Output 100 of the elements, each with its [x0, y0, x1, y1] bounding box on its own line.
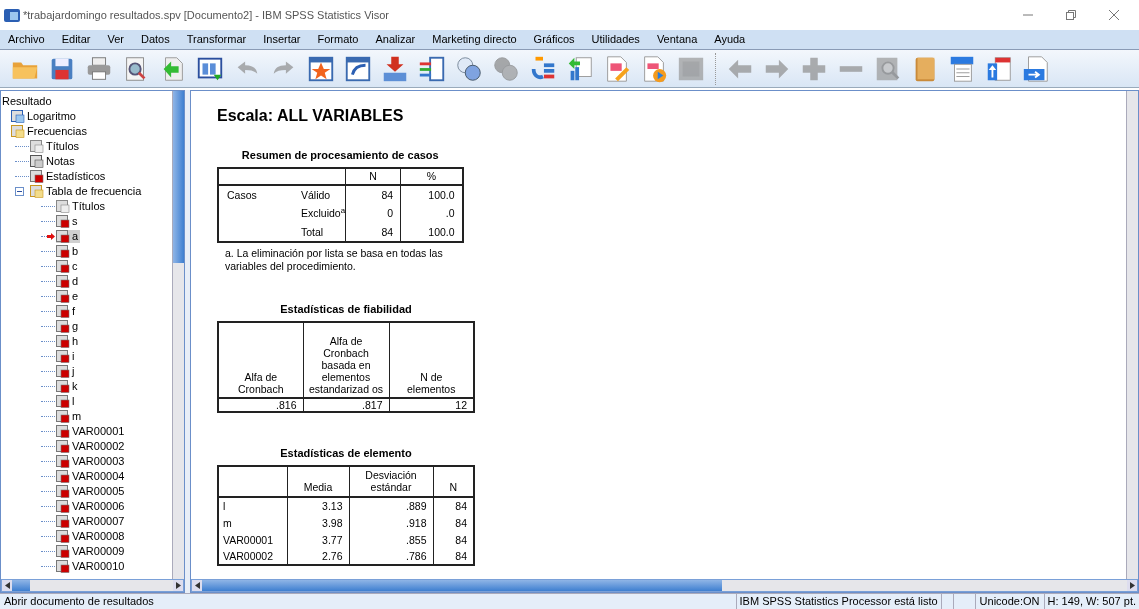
- menu-item[interactable]: Ayuda: [714, 31, 746, 48]
- table-cell: 12: [389, 398, 474, 412]
- table-icon: [56, 560, 70, 573]
- outline-item[interactable]: Estadísticos: [46, 170, 106, 183]
- vertical-scrollbar[interactable]: [172, 91, 184, 579]
- log-icon: [11, 110, 25, 123]
- table-cell: 84: [433, 548, 474, 565]
- table-icon: [56, 440, 70, 453]
- table-icon: [56, 485, 70, 498]
- scrollbar-thumb[interactable]: [12, 580, 30, 591]
- horizontal-scrollbar[interactable]: [1, 579, 184, 592]
- table-cell: 84: [433, 514, 474, 531]
- table-icon: [56, 320, 70, 333]
- outline-item[interactable]: Notas: [46, 155, 75, 168]
- restore-icon[interactable]: [1066, 10, 1076, 20]
- table-icon: [56, 455, 70, 468]
- outline-item[interactable]: VAR00002: [72, 440, 125, 453]
- table-title: Resumen de procesamiento de casos: [241, 149, 439, 162]
- outline-item[interactable]: Logaritmo: [27, 110, 76, 123]
- table-icon: [56, 365, 70, 378]
- table-icon: [56, 335, 70, 348]
- outline-item[interactable]: VAR00004: [72, 470, 125, 483]
- scrollbar-thumb[interactable]: [202, 580, 722, 591]
- procedure-icon: [30, 185, 44, 198]
- table-icon: [56, 350, 70, 363]
- outline-item[interactable]: VAR00005: [72, 485, 125, 498]
- table-cell: .817: [303, 398, 389, 412]
- table-icon: [56, 530, 70, 543]
- outline-item[interactable]: k: [72, 380, 78, 393]
- outline-item[interactable]: s: [72, 215, 78, 228]
- outline-item[interactable]: e: [72, 290, 79, 303]
- menu-item[interactable]: Insertar: [263, 31, 301, 48]
- column-header: %: [400, 168, 463, 185]
- table-icon: [56, 275, 70, 288]
- close-icon[interactable]: [1109, 10, 1119, 20]
- menu-item[interactable]: Utilidades: [591, 31, 640, 48]
- table-cell: 3.13: [287, 497, 349, 514]
- row-header: VAR00001: [218, 531, 287, 548]
- table-icon: [56, 515, 70, 528]
- procedure-icon: [11, 125, 25, 138]
- menu-item[interactable]: Formato: [317, 31, 359, 48]
- menu-item[interactable]: Analizar: [375, 31, 416, 48]
- outline-item[interactable]: VAR00007: [72, 515, 125, 528]
- menu-item[interactable]: Marketing directo: [432, 31, 517, 48]
- outline-item[interactable]: l: [72, 395, 75, 408]
- menu-item[interactable]: Transformar: [186, 31, 247, 48]
- table-cell: 0: [345, 204, 401, 223]
- outline-item[interactable]: VAR00010: [72, 560, 125, 573]
- menu-item[interactable]: Ventana: [656, 31, 698, 48]
- outline-item[interactable]: h: [72, 335, 79, 348]
- outline-item[interactable]: VAR00008: [72, 530, 125, 543]
- outline-item[interactable]: Frecuencias: [27, 125, 87, 138]
- menu-item[interactable]: Archivo: [8, 31, 45, 48]
- page-right-arrow-icon[interactable]: [1021, 53, 1051, 84]
- vertical-scrollbar[interactable]: [1126, 91, 1138, 579]
- scrollbar-thumb[interactable]: [173, 91, 184, 263]
- table-icon: [56, 470, 70, 483]
- outline-item[interactable]: c: [72, 260, 78, 273]
- table-icon: [56, 545, 70, 558]
- collapse-toggle-icon[interactable]: [15, 187, 24, 196]
- scroll-right-icon[interactable]: [173, 580, 183, 591]
- menu-item[interactable]: Gráficos: [533, 31, 575, 48]
- row-header: Total: [293, 223, 346, 242]
- table-icon: [56, 230, 70, 243]
- outline-item[interactable]: VAR00009: [72, 545, 125, 558]
- table-title: Estadísticas de elemento: [280, 447, 412, 460]
- outline-item[interactable]: VAR00001: [72, 425, 125, 438]
- outline-item[interactable]: j: [72, 365, 75, 378]
- row-header: Excluido$^{a}$: [293, 204, 346, 223]
- unicode-status: Unicode:ON: [974, 593, 1044, 609]
- scroll-left-icon[interactable]: [192, 580, 202, 591]
- column-header: Alfa de Cronbach: [218, 322, 303, 398]
- outline-item[interactable]: VAR00006: [72, 500, 125, 513]
- outline-item[interactable]: Títulos: [72, 200, 105, 213]
- outline-item[interactable]: b: [72, 245, 79, 258]
- menu-item[interactable]: Ver: [107, 31, 124, 48]
- status-message: Abrir documento de resultados: [3, 594, 155, 609]
- table-cell: 84: [433, 497, 474, 514]
- scroll-right-icon[interactable]: [1127, 580, 1137, 591]
- table-cell: 84: [433, 531, 474, 548]
- table-icon: [56, 380, 70, 393]
- menu-item[interactable]: Editar: [61, 31, 91, 48]
- outline-item[interactable]: d: [72, 275, 79, 288]
- table-icon: [56, 260, 70, 273]
- outline-item[interactable]: Tabla de frecuencia: [46, 185, 142, 198]
- scroll-left-icon[interactable]: [2, 580, 12, 591]
- outline-item[interactable]: Títulos: [46, 140, 79, 153]
- table-icon: [56, 425, 70, 438]
- row-header: Válido: [293, 185, 346, 204]
- row-header: Casos: [218, 185, 293, 204]
- table-cell: .889: [349, 497, 433, 514]
- outline-item[interactable]: i: [72, 350, 75, 363]
- outline-item[interactable]: m: [72, 410, 82, 423]
- horizontal-scrollbar[interactable]: [191, 579, 1138, 592]
- menu-item[interactable]: Datos: [140, 31, 170, 48]
- outline-item[interactable]: Resultado: [2, 95, 52, 108]
- outline-item[interactable]: VAR00003: [72, 455, 125, 468]
- table-cell: 84: [345, 223, 401, 242]
- outline-item[interactable]: f: [72, 305, 76, 318]
- outline-item[interactable]: g: [72, 320, 79, 333]
